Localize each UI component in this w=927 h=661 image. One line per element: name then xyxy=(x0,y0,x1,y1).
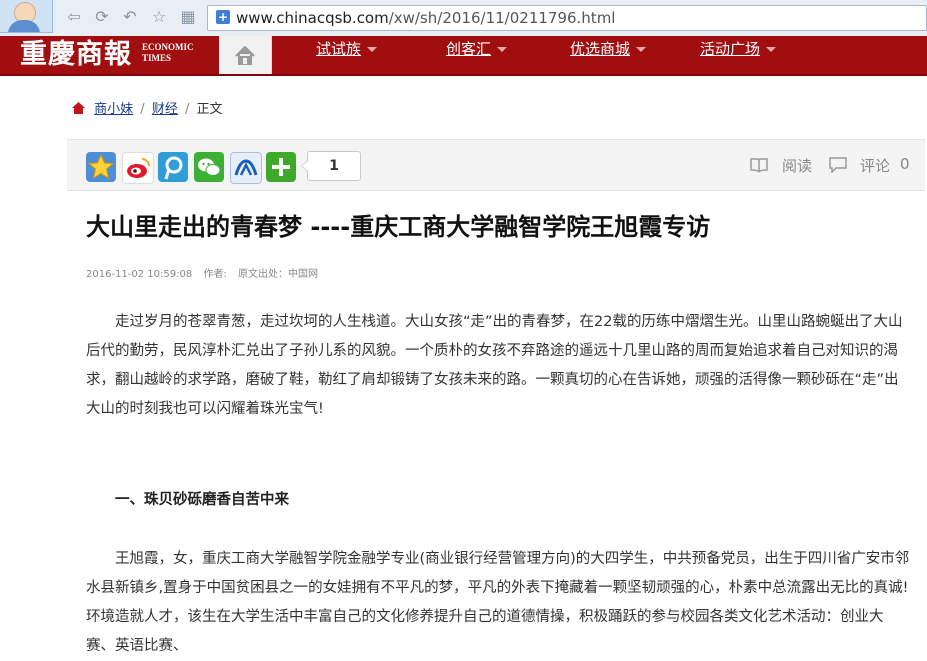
article-source: 原文出处：中国网 xyxy=(237,269,318,280)
nav-item-youxuan-shangcheng[interactable]: 优选商城 xyxy=(570,36,647,74)
star-icon[interactable]: ☆ xyxy=(149,7,169,27)
article-meta: 2016-11-02 10:59:08 作者: 原文出处：中国网 xyxy=(86,265,326,280)
chevron-down-icon xyxy=(497,47,508,52)
article-author: 作者: xyxy=(203,269,227,280)
share-count: 1 xyxy=(301,151,361,181)
article-paragraph-1: 走过岁月的苍翠青葱，走过坎坷的人生栈道。大山女孩“走”出的青春梦，在22载的历练… xyxy=(86,314,903,417)
address-bar[interactable]: + www.chinacqsb.com/xw/sh/2016/11/021179… xyxy=(207,5,927,31)
weibo-icon[interactable] xyxy=(122,152,154,184)
article-subheading: 一、珠贝砂砾磨香自苦中来 xyxy=(115,492,289,508)
chevron-down-icon xyxy=(636,47,647,52)
book-read-icon xyxy=(750,158,768,173)
url-text: www.chinacqsb.com/xw/sh/2016/11/0211796.… xyxy=(236,9,616,27)
home-icon xyxy=(72,102,85,114)
browser-toolbar: ⇦ ⟳ ↶ ☆ ▦ + www.chinacqsb.com/xw/sh/2016… xyxy=(0,0,927,37)
refresh-icon[interactable]: ⟳ xyxy=(92,7,112,27)
article-date: 2016-11-02 10:59:08 xyxy=(86,269,193,280)
security-shield-icon: + xyxy=(216,10,230,24)
comment-icon xyxy=(829,157,847,173)
article-title: 大山里走出的青春梦 ----重庆工商大学融智学院王旭霞专访 xyxy=(86,213,711,241)
breadcrumb-link-shangxiaomei[interactable]: 商小妹 xyxy=(94,102,133,117)
home-icon xyxy=(235,45,255,65)
breadcrumb-link-caijing[interactable]: 财经 xyxy=(152,102,178,117)
tencent-weibo-icon[interactable] xyxy=(158,152,188,182)
breadcrumb-current: 正文 xyxy=(196,102,223,117)
comment-count: 0 xyxy=(900,155,910,173)
back-icon[interactable]: ⇦ xyxy=(64,7,84,27)
read-label: 阅读 xyxy=(782,157,813,175)
renren-icon[interactable] xyxy=(230,152,262,184)
site-logo[interactable]: 重慶商報 ECONOMIC TIMES xyxy=(20,39,194,71)
comment-label[interactable]: 评论 xyxy=(860,155,890,176)
apps-grid-icon[interactable]: ▦ xyxy=(178,7,198,27)
more-share-plus-icon[interactable] xyxy=(266,152,296,182)
user-avatar[interactable] xyxy=(0,0,53,33)
chevron-down-icon xyxy=(367,47,378,52)
breadcrumb: 商小妹 / 财经 / 正文 xyxy=(71,98,223,117)
article-paragraph-2: 王旭霞，女，重庆工商大学融智学院金融学专业(商业银行经营管理方向)的大四学生，中… xyxy=(86,551,910,654)
undo-icon[interactable]: ↶ xyxy=(120,7,140,27)
nav-item-chuangkehui[interactable]: 创客汇 xyxy=(446,36,508,74)
site-nav-bar: 重慶商報 ECONOMIC TIMES 试试族 创客汇 优选商城 活动广场 xyxy=(0,36,927,76)
qzone-star-icon[interactable] xyxy=(86,152,116,182)
nav-item-huodong-guangchang[interactable]: 活动广场 xyxy=(700,36,777,74)
nav-item-shishizu[interactable]: 试试族 xyxy=(316,36,378,74)
home-button[interactable] xyxy=(219,36,272,74)
share-bar: 1 阅读 评论 0 xyxy=(67,139,925,191)
chevron-down-icon xyxy=(766,47,777,52)
wechat-icon[interactable] xyxy=(194,152,224,182)
